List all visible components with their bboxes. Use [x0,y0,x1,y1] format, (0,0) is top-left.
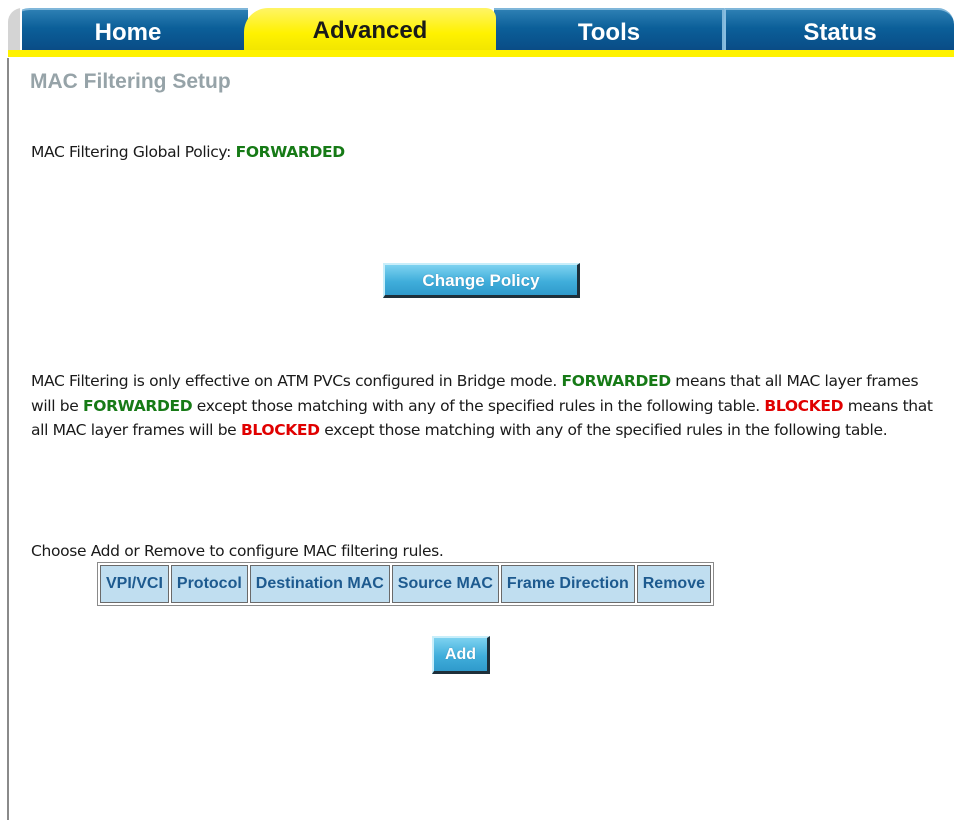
blocked-keyword: BLOCKED [764,396,844,415]
tab-status-label: Status [803,19,877,46]
change-policy-button[interactable]: Change Policy [383,263,580,298]
main-nav-tabs: Home Tools Status Advanced [8,8,954,54]
info-text-1: MAC Filtering is only effective on ATM P… [31,372,562,390]
left-frame-border [7,58,9,820]
active-tab-underline [8,50,954,57]
tab-home-edge [8,8,22,50]
add-button[interactable]: Add [432,636,490,674]
col-header-protocol: Protocol [170,565,248,603]
instructions-text: Choose Add or Remove to configure MAC fi… [31,542,444,560]
tab-tools[interactable]: Tools [494,8,724,50]
global-policy-value: FORWARDED [235,143,346,161]
tab-home-label: Home [94,19,162,46]
mac-filter-rules-table: VPI/VCI Protocol Destination MAC Source … [97,562,714,606]
col-header-destination-mac: Destination MAC [249,565,390,603]
tab-home[interactable]: Home [8,8,248,50]
forwarded-keyword: FORWARDED [561,372,672,390]
col-header-source-mac: Source MAC [391,565,499,603]
info-text-3: except those matching with any of the sp… [192,396,765,415]
info-text-5: except those matching with any of the sp… [319,421,888,439]
forwarded-keyword: FORWARDED [83,396,193,415]
tab-status[interactable]: Status [724,8,954,50]
global-policy-line: MAC Filtering Global Policy: FORWARDED [31,143,345,161]
tab-tools-label: Tools [577,19,641,46]
tab-advanced[interactable]: Advanced [244,8,496,50]
page-title: MAC Filtering Setup [30,70,231,93]
global-policy-label: MAC Filtering Global Policy: [31,143,236,161]
blocked-keyword: BLOCKED [240,421,320,439]
info-paragraph: MAC Filtering is only effective on ATM P… [31,369,941,443]
table-header-row: VPI/VCI Protocol Destination MAC Source … [100,565,711,603]
tab-advanced-label: Advanced [312,17,428,44]
col-header-remove: Remove [636,565,711,603]
col-header-frame-direction: Frame Direction [500,565,635,603]
col-header-vpi-vci: VPI/VCI [100,565,169,603]
